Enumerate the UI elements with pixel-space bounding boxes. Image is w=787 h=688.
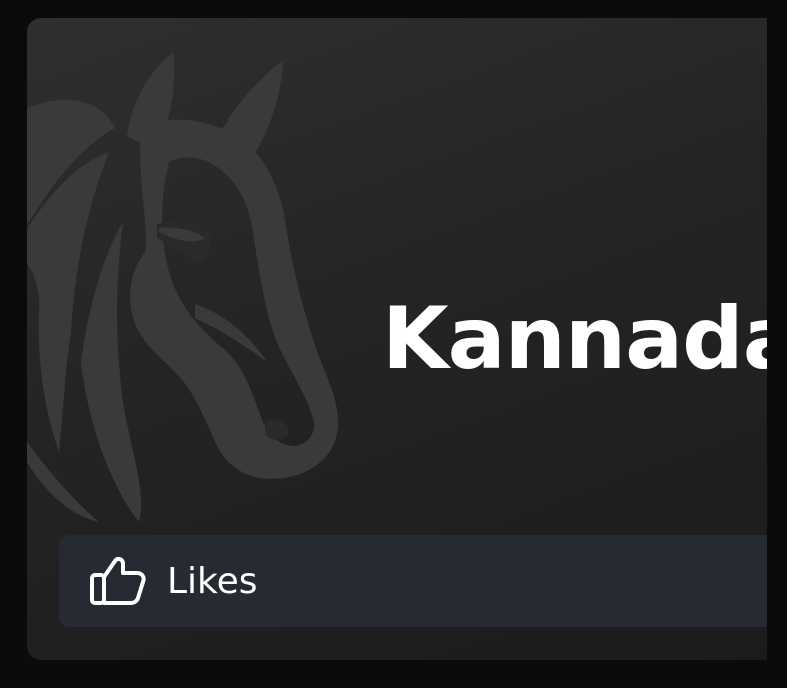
- likes-button[interactable]: Likes: [59, 535, 767, 627]
- card-title: Kannada: [382, 289, 767, 389]
- horse-head-icon: [27, 52, 339, 522]
- page-edge: [767, 0, 787, 688]
- thumbs-up-icon: [89, 552, 147, 610]
- likes-label: Likes: [167, 560, 258, 602]
- page: Kannada Likes: [0, 0, 787, 688]
- language-card[interactable]: Kannada Likes: [27, 18, 767, 660]
